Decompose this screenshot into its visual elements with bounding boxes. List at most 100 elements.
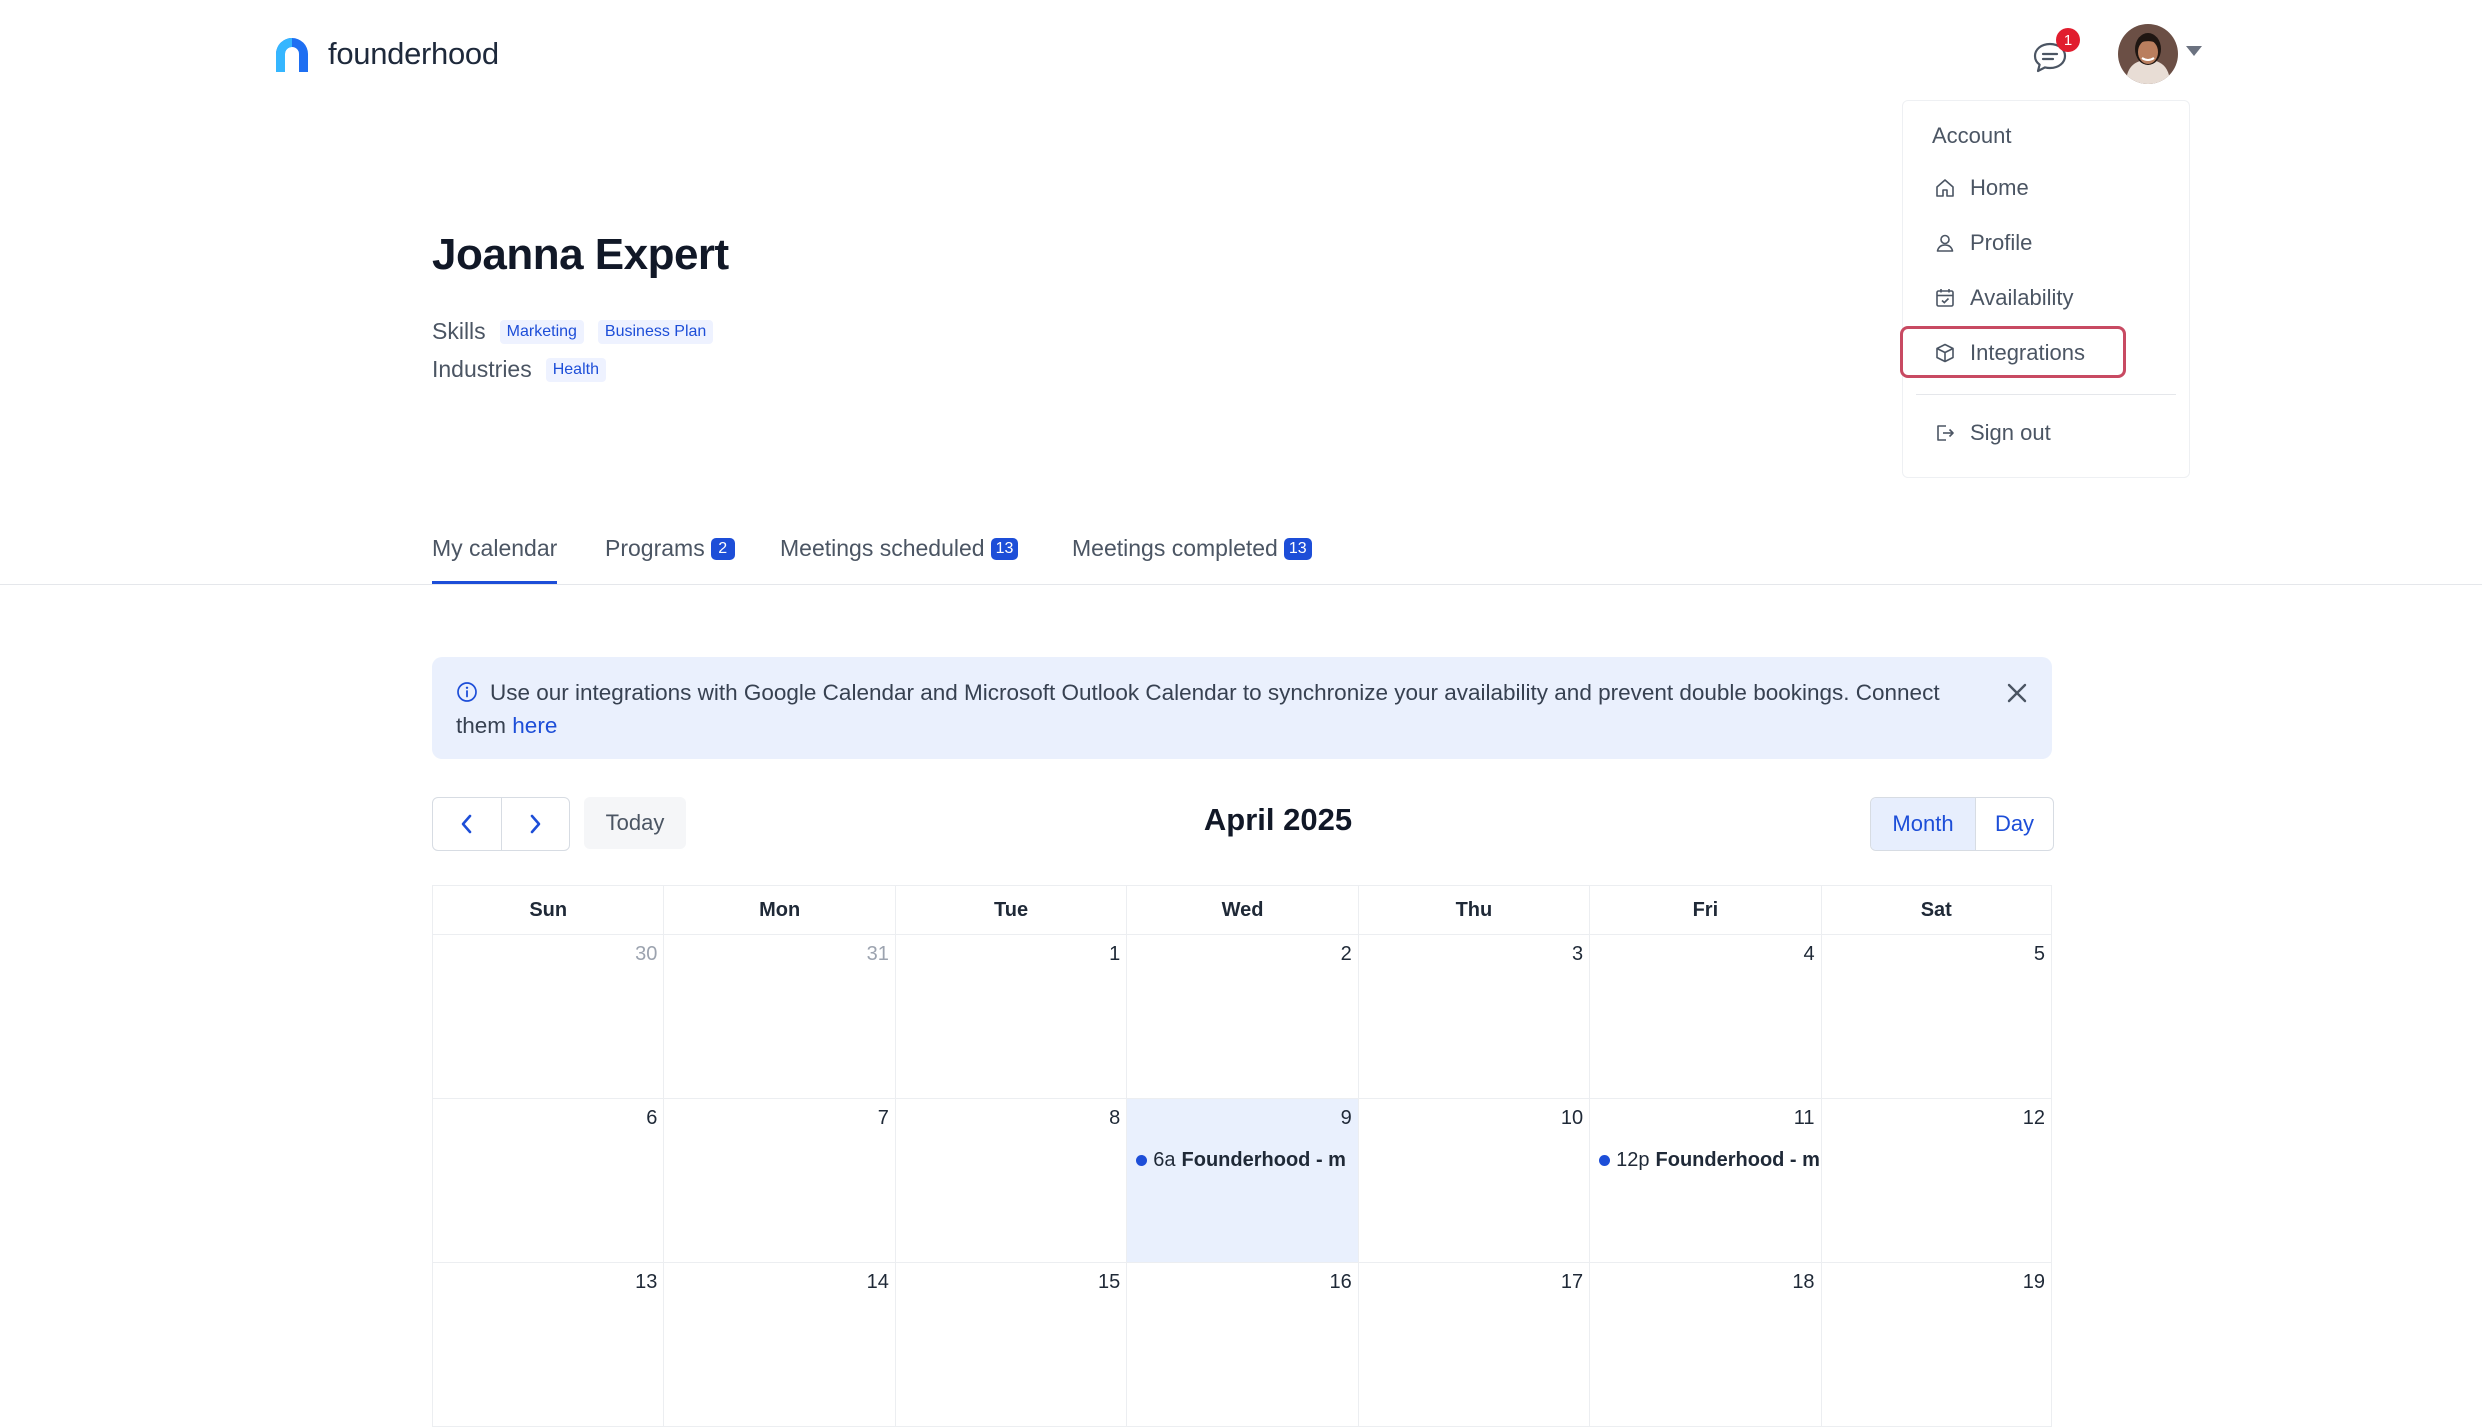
tab-label: Meetings completed bbox=[1072, 535, 1278, 561]
calendar-day-cell[interactable]: 1 bbox=[894, 935, 1126, 1098]
day-number: 7 bbox=[877, 1107, 889, 1129]
tab-count-badge: 2 bbox=[710, 537, 735, 560]
day-view-button[interactable]: Day bbox=[1976, 798, 2053, 850]
day-number: 9 bbox=[1340, 1107, 1352, 1129]
industries-row: Industries Health bbox=[432, 356, 606, 383]
previous-month-button[interactable] bbox=[433, 798, 501, 850]
calendar-day-cell[interactable]: 11 12p Founderhood - m bbox=[1589, 1099, 1820, 1262]
calendar-day-cell[interactable]: 14 bbox=[663, 1263, 894, 1426]
calendar-event[interactable]: 6a Founderhood - m bbox=[1136, 1149, 1355, 1172]
integrations-highlight-outline bbox=[1900, 326, 2126, 378]
day-number: 19 bbox=[2022, 1271, 2045, 1293]
calendar-check-icon bbox=[1936, 289, 1954, 307]
calendar-day-cell[interactable]: 30 bbox=[432, 935, 663, 1098]
day-number: 8 bbox=[1109, 1107, 1121, 1129]
brand-logo[interactable]: founderhood bbox=[270, 32, 499, 76]
calendar-day-cell[interactable]: 8 bbox=[894, 1099, 1126, 1262]
user-icon bbox=[1936, 234, 1954, 252]
tab-meetings-scheduled[interactable]: Meetings scheduled 13 bbox=[780, 535, 1019, 562]
tab-programs[interactable]: Programs 2 bbox=[605, 535, 735, 562]
weekday-label: Sun bbox=[432, 886, 663, 934]
skills-label: Skills bbox=[432, 318, 486, 344]
menu-item-availability[interactable]: Availability bbox=[1934, 285, 2074, 311]
calendar-day-cell[interactable]: 17 bbox=[1357, 1263, 1589, 1426]
weekday-label: Fri bbox=[1589, 886, 1820, 934]
menu-item-label: Availability bbox=[1970, 285, 2074, 310]
day-number: 5 bbox=[2033, 943, 2045, 965]
calendar-day-cell[interactable]: 7 bbox=[663, 1099, 894, 1262]
weekday-label: Wed bbox=[1126, 886, 1357, 934]
day-number: 10 bbox=[1560, 1107, 1584, 1129]
day-number: 11 bbox=[1793, 1107, 1815, 1129]
calendar-day-cell[interactable]: 15 bbox=[894, 1263, 1126, 1426]
home-icon bbox=[1936, 179, 1954, 197]
calendar-day-cell[interactable]: 2 bbox=[1126, 935, 1357, 1098]
tab-label: Programs bbox=[605, 535, 705, 561]
calendar-day-cell[interactable]: 19 bbox=[1820, 1263, 2052, 1426]
weekday-label: Mon bbox=[663, 886, 894, 934]
calendar-day-cell[interactable]: 13 bbox=[432, 1263, 663, 1426]
calendar-day-cell[interactable]: 10 bbox=[1357, 1099, 1589, 1262]
event-title: Founderhood - m bbox=[1655, 1149, 1819, 1171]
day-number: 6 bbox=[646, 1107, 658, 1129]
calendar-weeks: 30 31 1 2 3 4 5 6 7 8 9 6a Founderhood - m 10 11 12p Fou… bbox=[432, 935, 2052, 1427]
calendar-week-row: 30 31 1 2 3 4 5 bbox=[432, 935, 2052, 1099]
skill-tag: Business Plan bbox=[597, 319, 714, 344]
day-number: 12 bbox=[2022, 1107, 2045, 1129]
month-view-button[interactable]: Month bbox=[1871, 798, 1976, 850]
calendar-day-cell[interactable]: 18 bbox=[1589, 1263, 1820, 1426]
menu-item-label: Sign out bbox=[1970, 420, 2051, 445]
menu-item-label: Home bbox=[1970, 175, 2029, 200]
banner-link-here[interactable]: here bbox=[512, 713, 557, 738]
tab-my-calendar[interactable]: My calendar bbox=[432, 535, 557, 562]
user-avatar[interactable] bbox=[2118, 24, 2178, 84]
calendar-day-cell[interactable]: 5 bbox=[1820, 935, 2052, 1098]
tab-label: My calendar bbox=[432, 535, 558, 561]
day-number: 17 bbox=[1560, 1271, 1584, 1293]
menu-item-home[interactable]: Home bbox=[1934, 175, 2029, 201]
day-number: 2 bbox=[1340, 943, 1352, 965]
menu-item-sign-out[interactable]: Sign out bbox=[1934, 420, 2051, 446]
chevron-down-icon[interactable] bbox=[2186, 46, 2202, 56]
skill-tag: Marketing bbox=[499, 319, 584, 344]
weekday-header: Sun Mon Tue Wed Thu Fri Sat bbox=[432, 885, 2052, 935]
calendar-day-cell[interactable]: 16 bbox=[1126, 1263, 1357, 1426]
sign-out-icon bbox=[1937, 425, 1954, 441]
calendar-day-cell[interactable]: 4 bbox=[1589, 935, 1820, 1098]
day-number: 3 bbox=[1572, 943, 1584, 965]
calendar-title: April 2025 bbox=[1203, 802, 1353, 837]
calendar-week-row: 6 7 8 9 6a Founderhood - m 10 11 12p Founderhood … bbox=[432, 1099, 2052, 1263]
industries-label: Industries bbox=[432, 356, 532, 382]
brand-name: founderhood bbox=[328, 36, 499, 71]
notification-badge: 1 bbox=[2056, 28, 2080, 52]
chevron-left-icon bbox=[461, 814, 472, 834]
calendar-week-row: 13 14 15 16 17 18 19 bbox=[432, 1263, 2052, 1427]
today-button[interactable]: Today bbox=[584, 797, 686, 849]
founderhood-logo-icon bbox=[276, 38, 308, 72]
day-number: 16 bbox=[1329, 1271, 1352, 1293]
tab-meetings-completed[interactable]: Meetings completed 13 bbox=[1072, 535, 1312, 562]
calendar-nav bbox=[432, 797, 570, 851]
day-number: 14 bbox=[866, 1271, 889, 1293]
next-month-button[interactable] bbox=[500, 798, 570, 850]
month-grid: Sun Mon Tue Wed Thu Fri Sat 30 31 1 2 3 4 5 6 7 8… bbox=[432, 885, 2052, 1427]
avatar-image bbox=[2118, 24, 2178, 84]
menu-item-profile[interactable]: Profile bbox=[1934, 230, 2032, 256]
calendar-day-cell[interactable]: 12 bbox=[1820, 1099, 2052, 1262]
account-menu-heading: Account bbox=[1932, 123, 2012, 148]
close-icon[interactable] bbox=[2004, 680, 2030, 706]
view-switcher: Month Day bbox=[1870, 797, 2054, 851]
calendar-day-cell[interactable]: 9 6a Founderhood - m bbox=[1126, 1099, 1358, 1262]
calendar-day-cell[interactable]: 31 bbox=[663, 935, 894, 1098]
profile-name: Joanna Expert bbox=[432, 230, 729, 279]
calendar-event[interactable]: 12p Founderhood - m bbox=[1599, 1149, 1819, 1172]
weekday-label: Sat bbox=[1820, 886, 2052, 934]
event-dot-icon bbox=[1136, 1155, 1148, 1166]
tabs-divider bbox=[0, 584, 2482, 585]
calendar-day-cell[interactable]: 3 bbox=[1357, 935, 1589, 1098]
day-number: 4 bbox=[1803, 943, 1815, 965]
calendar-day-cell[interactable]: 6 bbox=[432, 1099, 663, 1262]
tab-label: Meetings scheduled bbox=[780, 535, 985, 561]
chevron-right-icon bbox=[530, 814, 541, 834]
day-number: 1 bbox=[1109, 943, 1121, 965]
